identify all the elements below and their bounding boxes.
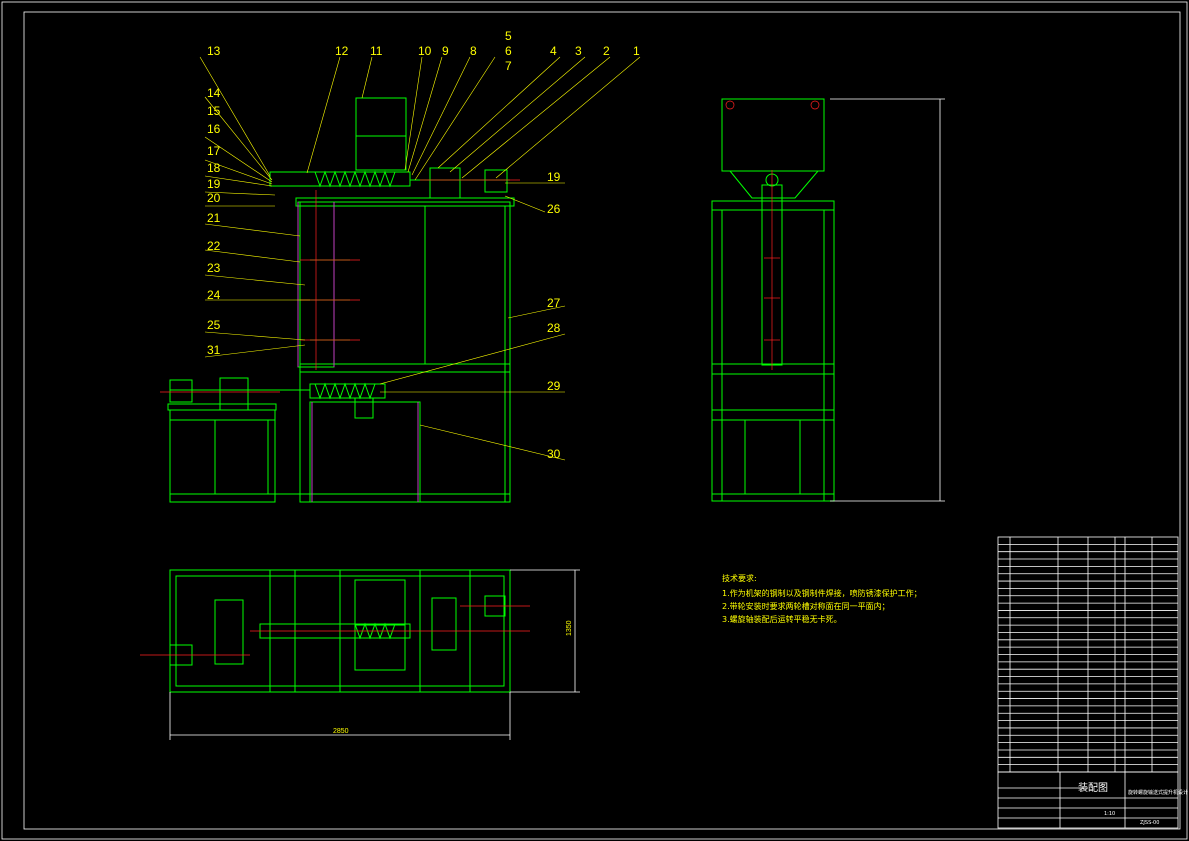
label-8: 8 [470,44,477,58]
label-5: 5 [505,29,512,43]
label-23: 23 [207,261,221,275]
label-4: 4 [550,44,557,58]
label-6: 6 [505,44,512,58]
label-15: 15 [207,104,221,118]
label-21: 21 [207,211,221,225]
label-30: 30 [547,447,561,461]
label-7: 7 [505,59,512,73]
plan-view [140,569,580,740]
label-11: 11 [370,44,383,58]
drawing-scale: 1:10 [1104,811,1115,817]
label-25: 25 [207,318,221,332]
label-1: 1 [633,44,640,58]
label-2: 2 [603,44,610,58]
product-name: 旋转螺旋输送式提升机设计 [1128,789,1188,796]
label-31: 31 [207,343,221,357]
label-19-left: 19 [207,177,221,191]
label-28: 28 [547,321,561,335]
label-29: 29 [547,379,561,393]
plan-width-dim: 2850 [333,728,349,735]
label-14: 14 [207,86,221,100]
label-20: 20 [207,191,221,205]
tech-note-2: 2.带轮安装时要求两轮槽对称面在同一平面内； [722,601,890,611]
label-9: 9 [442,44,449,58]
tech-notes-heading: 技术要求: [722,573,757,583]
label-17: 17 [207,144,221,158]
label-13: 13 [207,44,221,58]
label-19-right: 19 [547,170,561,184]
front-view-labels: 13 12 11 10 9 8 5 6 7 4 3 2 1 14 15 16 1… [207,29,640,461]
label-22: 22 [207,239,221,253]
label-10: 10 [418,44,432,58]
tech-note-1: 1.作为机架的钢制以及钢制件焊接，喷防锈漆保护工作； [722,588,922,598]
front-view-leaders [199,56,641,461]
tech-note-3: 3.螺旋轴装配后运转平稳无卡死。 [722,614,842,624]
label-26: 26 [547,202,561,216]
label-27: 27 [547,296,561,310]
label-3: 3 [575,44,582,58]
label-18: 18 [207,161,221,175]
side-view [711,98,945,502]
label-24: 24 [207,288,221,302]
drawing-name: 装配图 [1078,781,1108,794]
plan-depth-dim: 1350 [566,620,573,636]
drawing-number: ZJSS-00 [1140,820,1159,826]
label-16: 16 [207,122,221,136]
drawing-sheet: 13 12 11 10 9 8 5 6 7 4 3 2 1 14 15 16 1… [1,1,1188,840]
label-12: 12 [335,44,349,58]
